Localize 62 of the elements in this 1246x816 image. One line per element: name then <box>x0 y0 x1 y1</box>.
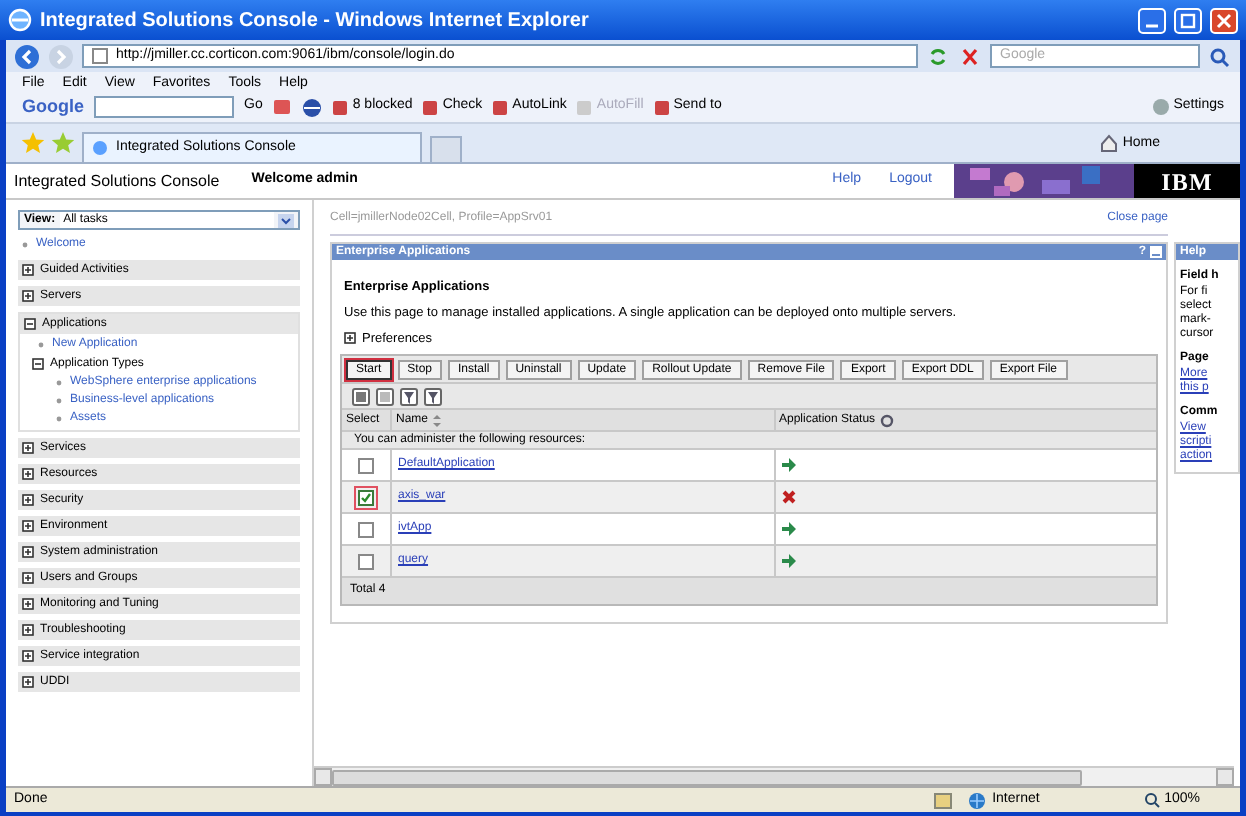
minimize-icon[interactable] <box>1138 7 1166 33</box>
zoom-icon <box>1144 792 1161 808</box>
bullet-icon <box>38 341 44 347</box>
google-logo: Google <box>22 93 84 120</box>
expand-icon[interactable] <box>22 442 34 454</box>
expand-icon[interactable] <box>22 468 34 480</box>
page-icon <box>92 48 108 64</box>
browser-icon <box>8 8 32 32</box>
home-icon <box>1100 134 1119 153</box>
globe-icon[interactable] <box>302 97 323 117</box>
back-icon[interactable] <box>14 43 40 69</box>
window-title: Integrated Solutions Console - Windows Internet Explorer <box>40 7 591 35</box>
close-icon[interactable] <box>1210 7 1238 33</box>
maximize-icon[interactable] <box>1174 7 1202 33</box>
expand-icon[interactable] <box>344 332 356 345</box>
expand-icon[interactable] <box>22 650 34 662</box>
check-icon <box>360 491 372 504</box>
expand-icon[interactable] <box>22 264 34 276</box>
refresh-icon[interactable] <box>879 413 894 428</box>
star-icon[interactable] <box>22 132 44 154</box>
select-all-icon[interactable] <box>352 387 370 406</box>
expand-icon[interactable] <box>22 520 34 532</box>
expand-icon[interactable] <box>22 494 34 506</box>
ibm-logo: IBM <box>1161 165 1213 199</box>
console-title: Integrated Solutions Console <box>14 169 220 193</box>
sort-icon <box>432 413 443 428</box>
expand-icon[interactable] <box>22 572 34 584</box>
toolbar-icon <box>576 99 593 115</box>
expand-icon[interactable] <box>22 290 34 302</box>
expand-icon[interactable] <box>22 624 34 636</box>
minimize-icon[interactable] <box>1150 246 1162 258</box>
toolbar-icon[interactable] <box>272 98 293 116</box>
toolbar-icon <box>422 99 439 115</box>
expand-icon[interactable] <box>22 598 34 610</box>
bullet-icon <box>56 379 62 385</box>
filter-icon[interactable] <box>400 387 418 406</box>
page-icon <box>92 140 108 156</box>
checkbox[interactable] <box>358 521 374 538</box>
checkbox[interactable] <box>358 489 374 506</box>
filter-edit-icon[interactable] <box>424 387 442 406</box>
toolbar-icon <box>653 99 670 115</box>
settings-icon <box>1151 98 1170 116</box>
scrollbar[interactable] <box>314 766 1234 786</box>
globe-icon <box>968 791 987 809</box>
expand-icon[interactable] <box>22 546 34 558</box>
bullet-icon <box>56 415 62 421</box>
dropdown-icon <box>278 213 294 227</box>
refresh-icon[interactable] <box>926 45 950 67</box>
toolbar-icon <box>332 99 349 115</box>
checkbox[interactable] <box>358 553 374 570</box>
collapse-icon[interactable] <box>32 357 44 369</box>
checkbox[interactable] <box>358 457 374 474</box>
bullet-icon <box>56 397 62 403</box>
search-icon[interactable] <box>1208 45 1232 67</box>
search-field[interactable] <box>94 96 234 118</box>
protected-mode-icon <box>934 791 953 809</box>
toolbar-icon <box>492 99 509 115</box>
stop-icon[interactable] <box>958 45 982 67</box>
deselect-all-icon[interactable] <box>376 387 394 406</box>
collapse-icon[interactable] <box>24 318 36 330</box>
expand-icon[interactable] <box>22 676 34 688</box>
bullet-icon <box>22 241 28 247</box>
